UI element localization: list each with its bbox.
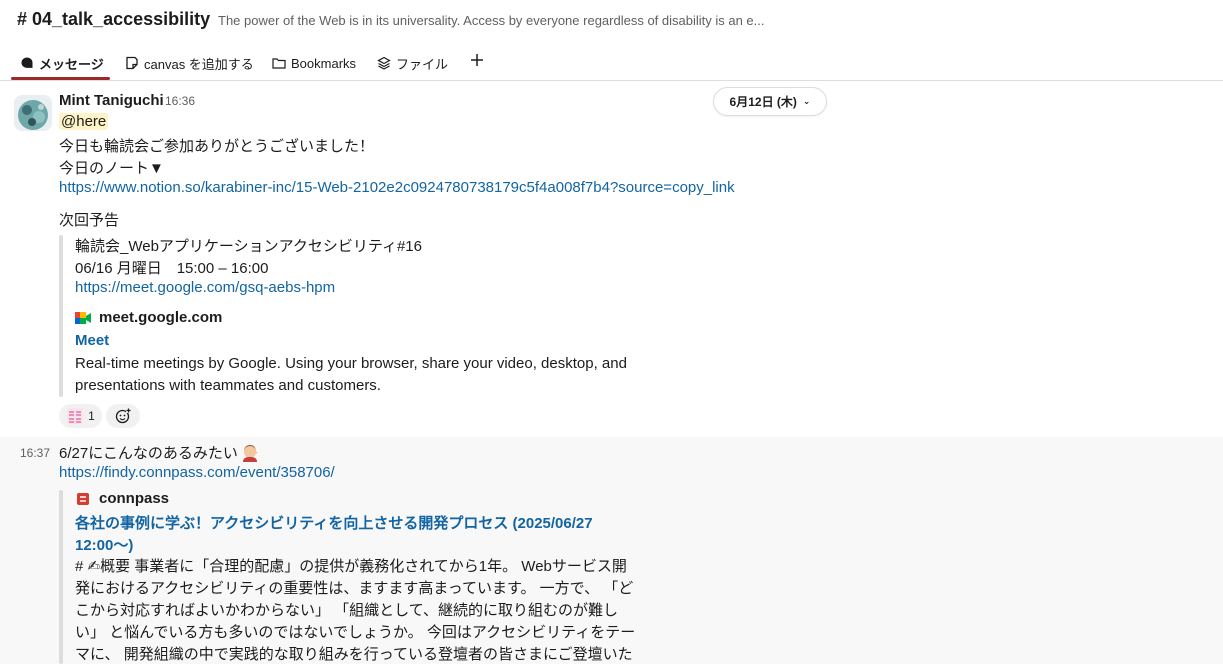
add-reaction-button[interactable] xyxy=(106,404,140,428)
unfurl-description: Real-time meetings by Google. Using your… xyxy=(75,355,627,394)
channel-title[interactable]: # 04_talk_accessibility xyxy=(17,9,210,30)
active-tab-indicator xyxy=(11,77,110,80)
tab-label: Bookmarks xyxy=(291,55,357,71)
message-text: 6/27にこんなのあるみたい xyxy=(59,445,238,462)
add-tab-button[interactable] xyxy=(468,51,486,71)
google-meet-icon xyxy=(75,311,91,324)
channel-description[interactable]: The power of the Web is in its universal… xyxy=(218,13,778,28)
avatar-image xyxy=(14,95,52,131)
unfurl-description: # ✍概要 事業者に「合理的配慮」の提供が義務化されてから1年。 Webサービス… xyxy=(75,558,636,663)
tab-bookmarks[interactable]: Bookmarks xyxy=(272,53,356,73)
notion-link[interactable]: https://www.notion.so/karabiner-inc/15-W… xyxy=(59,179,735,196)
tab-add-canvas[interactable]: canvas を追加する xyxy=(125,53,254,73)
custom-emoji-icon xyxy=(67,408,84,424)
channel-tabs: メッセージ canvas を追加する Bookmarks ファイル xyxy=(0,44,1223,81)
avatar[interactable] xyxy=(14,95,52,131)
connpass-icon xyxy=(77,492,89,505)
layers-icon xyxy=(377,56,391,70)
message-timestamp[interactable]: 16:37 xyxy=(20,446,50,460)
person-emoji-icon xyxy=(242,444,258,462)
canvas-icon xyxy=(126,56,138,70)
message-timestamp[interactable]: 16:36 xyxy=(165,94,195,108)
message-icon xyxy=(21,57,33,68)
unfurl-title-link[interactable]: 各社の事例に学ぶ！アクセシビリティを向上させる開発プロセス (2025/06/2… xyxy=(75,513,635,557)
quote-line: 06/16 月曜日 15:00 – 16:00 xyxy=(75,260,269,277)
reaction-count: 1 xyxy=(88,409,95,423)
message-line: 今日のノート▼ xyxy=(59,160,164,177)
tab-label: メッセージ xyxy=(39,56,104,72)
date-jump-button[interactable]: 6月12日 (木) ⌄ xyxy=(713,87,827,116)
message-line: 次回予告 xyxy=(59,212,120,229)
folder-icon xyxy=(272,58,286,69)
tab-label: ファイル xyxy=(396,56,449,72)
unfurl-domain: meet.google.com xyxy=(99,309,223,326)
unfurl-source: meet.google.com xyxy=(75,309,222,326)
tab-label: canvas を追加する xyxy=(144,56,254,72)
message-line: 6/27にこんなのあるみたい xyxy=(59,442,260,463)
quote-bar xyxy=(59,490,63,664)
unfurl-domain: connpass xyxy=(99,490,170,507)
message-line: @here xyxy=(59,113,109,130)
channel-header: # 04_talk_accessibility The power of the… xyxy=(0,0,1223,40)
plus-icon xyxy=(471,54,483,66)
quote-line: 輪読会_Webアプリケーションアクセシビリティ#16 xyxy=(75,238,422,255)
date-label: 6月12日 (木) xyxy=(729,95,797,109)
tab-messages[interactable]: メッセージ xyxy=(20,53,104,73)
chevron-down-icon: ⌄ xyxy=(802,96,811,106)
here-mention[interactable]: @here xyxy=(59,113,109,130)
unfurl-source: connpass xyxy=(75,490,169,507)
add-emoji-icon xyxy=(115,408,131,424)
message-line: 今日も輪読会ご参加ありがとうございました！ xyxy=(59,138,375,155)
sender-name[interactable]: Mint Taniguchi xyxy=(59,92,164,109)
quote-bar xyxy=(59,235,63,397)
reaction-pill[interactable]: 1 xyxy=(59,404,102,428)
tab-files[interactable]: ファイル xyxy=(377,53,448,73)
unfurl-title-link[interactable]: Meet xyxy=(75,332,109,349)
connpass-link[interactable]: https://findy.connpass.com/event/358706/ xyxy=(59,464,335,481)
meet-link[interactable]: https://meet.google.com/gsq-aebs-hpm xyxy=(75,279,335,296)
